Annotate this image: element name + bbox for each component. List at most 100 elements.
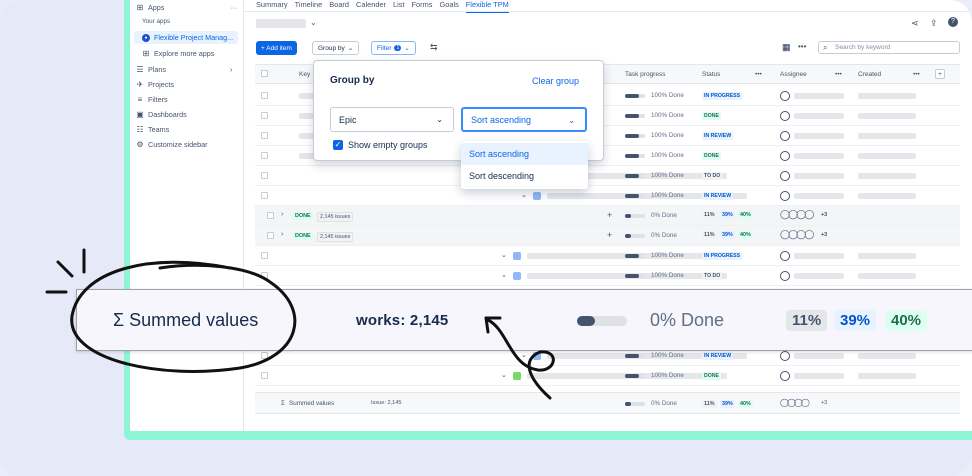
table-row[interactable]: ⌄ 100% Done IN PROGRESS bbox=[255, 246, 960, 266]
chevron-down-icon[interactable]: ⌄ bbox=[501, 251, 507, 259]
table-row[interactable]: ⌄ 100% Done DONE bbox=[255, 366, 960, 386]
created-date bbox=[858, 253, 916, 259]
more-icon[interactable]: ··· bbox=[230, 3, 237, 12]
row-checkbox[interactable] bbox=[261, 92, 268, 99]
chevron-right-icon[interactable]: › bbox=[281, 211, 283, 218]
avatar[interactable] bbox=[780, 251, 790, 261]
group-by-button[interactable]: Group by ⌄ bbox=[312, 41, 360, 55]
table-row[interactable]: ⌄ 100% Done TO DO bbox=[255, 266, 960, 286]
row-checkbox[interactable] bbox=[261, 352, 268, 359]
progress-bar bbox=[625, 174, 645, 178]
progress-bar bbox=[625, 254, 645, 258]
settings-sliders-icon[interactable]: ⇆ bbox=[430, 42, 438, 53]
group-field-select[interactable]: Epic ⌄ bbox=[330, 107, 454, 132]
row-checkbox[interactable] bbox=[261, 112, 268, 119]
group-row[interactable]: › DONE 2,145 issues +0% Done 11% 39% 40% ◯◯◯◯ +3 bbox=[255, 206, 960, 226]
more-options-icon[interactable]: ••• bbox=[798, 42, 806, 51]
status-badge[interactable]: IN REVIEW bbox=[702, 192, 734, 200]
avatar-overflow: +3 bbox=[821, 232, 828, 238]
avatar[interactable] bbox=[780, 111, 790, 121]
add-column-button[interactable]: + bbox=[935, 69, 945, 79]
select-all-checkbox[interactable] bbox=[261, 70, 268, 77]
status-badge[interactable]: IN PROGRESS bbox=[702, 252, 743, 260]
chevron-down-icon[interactable]: ⌄ bbox=[501, 271, 507, 279]
status-badge[interactable]: IN PROGRESS bbox=[702, 92, 743, 100]
status-badge[interactable]: DONE bbox=[702, 152, 721, 160]
table-row[interactable]: ⌄ 100% Done IN REVIEW bbox=[255, 186, 960, 206]
chevron-right-icon[interactable]: › bbox=[281, 231, 283, 238]
chevron-right-icon: › bbox=[230, 65, 233, 74]
status-badge[interactable]: TO DO bbox=[702, 172, 723, 180]
status-badge[interactable]: TO DO bbox=[702, 272, 723, 280]
chevron-down-icon[interactable]: ⌄ bbox=[521, 351, 527, 359]
sidebar-item-dashboards[interactable]: ▣ Dashboards bbox=[136, 110, 187, 119]
sort-ascending-option[interactable]: Sort ascending bbox=[461, 143, 588, 165]
row-checkbox[interactable] bbox=[267, 232, 274, 239]
add-icon[interactable]: + bbox=[607, 210, 612, 220]
sidebar-item-projects[interactable]: ✈ Projects bbox=[136, 80, 174, 89]
avatar[interactable] bbox=[780, 271, 790, 281]
avatar[interactable] bbox=[780, 151, 790, 161]
show-empty-checkbox[interactable]: ✓ bbox=[333, 140, 343, 150]
chevron-down-icon: ⌄ bbox=[436, 115, 443, 124]
export-icon[interactable]: ⇪ bbox=[930, 18, 938, 29]
help-icon[interactable]: ? bbox=[948, 17, 958, 27]
clear-group-link[interactable]: Clear group bbox=[532, 76, 579, 86]
sidebar-item-plans[interactable]: ☰ Plans › bbox=[136, 65, 232, 74]
project-selector[interactable] bbox=[256, 19, 306, 28]
row-checkbox[interactable] bbox=[267, 212, 274, 219]
progress-text: 100% Done bbox=[651, 272, 684, 279]
sidebar-item-customize[interactable]: ⚙ Customize sidebar bbox=[136, 140, 207, 149]
group-row[interactable]: › DONE 2,145 issues +0% Done 11% 39% 40% ◯◯◯◯ +3 bbox=[255, 226, 960, 246]
progress-text: 100% Done bbox=[651, 132, 684, 139]
sidebar-item-filters[interactable]: ≡ Filters bbox=[136, 95, 168, 104]
chevron-down-icon[interactable]: ⌄ bbox=[310, 18, 317, 27]
column-task-progress[interactable]: Task progress bbox=[625, 71, 665, 78]
avatar[interactable] bbox=[780, 191, 790, 201]
avatar[interactable] bbox=[780, 131, 790, 141]
column-status[interactable]: Status bbox=[702, 71, 720, 78]
column-created[interactable]: Created bbox=[858, 71, 881, 78]
sort-order-select[interactable]: Sort ascending ⌄ bbox=[461, 107, 587, 132]
column-key[interactable]: Key bbox=[299, 71, 310, 78]
sort-descending-option[interactable]: Sort descending bbox=[461, 165, 588, 187]
pct-badge: 39% bbox=[720, 231, 735, 239]
chevron-down-icon[interactable]: ⌄ bbox=[501, 371, 507, 379]
avatar[interactable] bbox=[780, 171, 790, 181]
progress-text: 100% Done bbox=[651, 192, 684, 199]
column-layout-icon[interactable]: ▦ bbox=[782, 42, 791, 53]
callout-summed-label: Σ Summed values bbox=[113, 310, 259, 330]
filter-button[interactable]: Filter 1 ⌄ bbox=[371, 41, 416, 55]
table-row[interactable]: ⌄100% DoneTO DO bbox=[255, 166, 960, 186]
add-icon[interactable]: + bbox=[607, 230, 612, 240]
status-badge[interactable]: IN REVIEW bbox=[702, 132, 734, 140]
row-checkbox[interactable] bbox=[261, 152, 268, 159]
sidebar-item-flexible-project[interactable]: ● Flexible Project Manag... bbox=[134, 31, 238, 44]
row-checkbox[interactable] bbox=[261, 132, 268, 139]
sidebar-item-teams[interactable]: ☷ Teams bbox=[136, 125, 169, 134]
avatar[interactable] bbox=[780, 371, 790, 381]
sidebar-item-apps[interactable]: ⊞ Apps ··· bbox=[136, 3, 238, 12]
row-checkbox[interactable] bbox=[261, 192, 268, 199]
add-item-button[interactable]: + Add item bbox=[256, 41, 297, 55]
status-badge[interactable]: DONE bbox=[702, 372, 721, 380]
sidebar-item-explore[interactable]: ⊞ Explore more apps bbox=[142, 49, 215, 58]
chevron-down-icon[interactable]: ⌄ bbox=[521, 191, 527, 199]
column-more-icon[interactable]: ••• bbox=[913, 71, 920, 78]
row-checkbox[interactable] bbox=[261, 172, 268, 179]
share-icon[interactable]: ⋖ bbox=[911, 18, 919, 29]
column-more-icon[interactable]: ••• bbox=[755, 71, 762, 78]
avatar[interactable] bbox=[780, 91, 790, 101]
status-badge[interactable]: IN REVIEW bbox=[702, 352, 734, 360]
assignee-name bbox=[794, 353, 844, 359]
column-assignee[interactable]: Assignee bbox=[780, 71, 807, 78]
status-badge[interactable]: DONE bbox=[702, 112, 721, 120]
row-checkbox[interactable] bbox=[261, 372, 268, 379]
avatar[interactable] bbox=[780, 351, 790, 361]
row-checkbox[interactable] bbox=[261, 252, 268, 259]
progress-text: 100% Done bbox=[651, 372, 684, 379]
progress-bar bbox=[625, 354, 645, 358]
search-input[interactable]: ⌕ Search by keyword bbox=[818, 41, 960, 54]
row-checkbox[interactable] bbox=[261, 272, 268, 279]
column-more-icon[interactable]: ••• bbox=[835, 71, 842, 78]
